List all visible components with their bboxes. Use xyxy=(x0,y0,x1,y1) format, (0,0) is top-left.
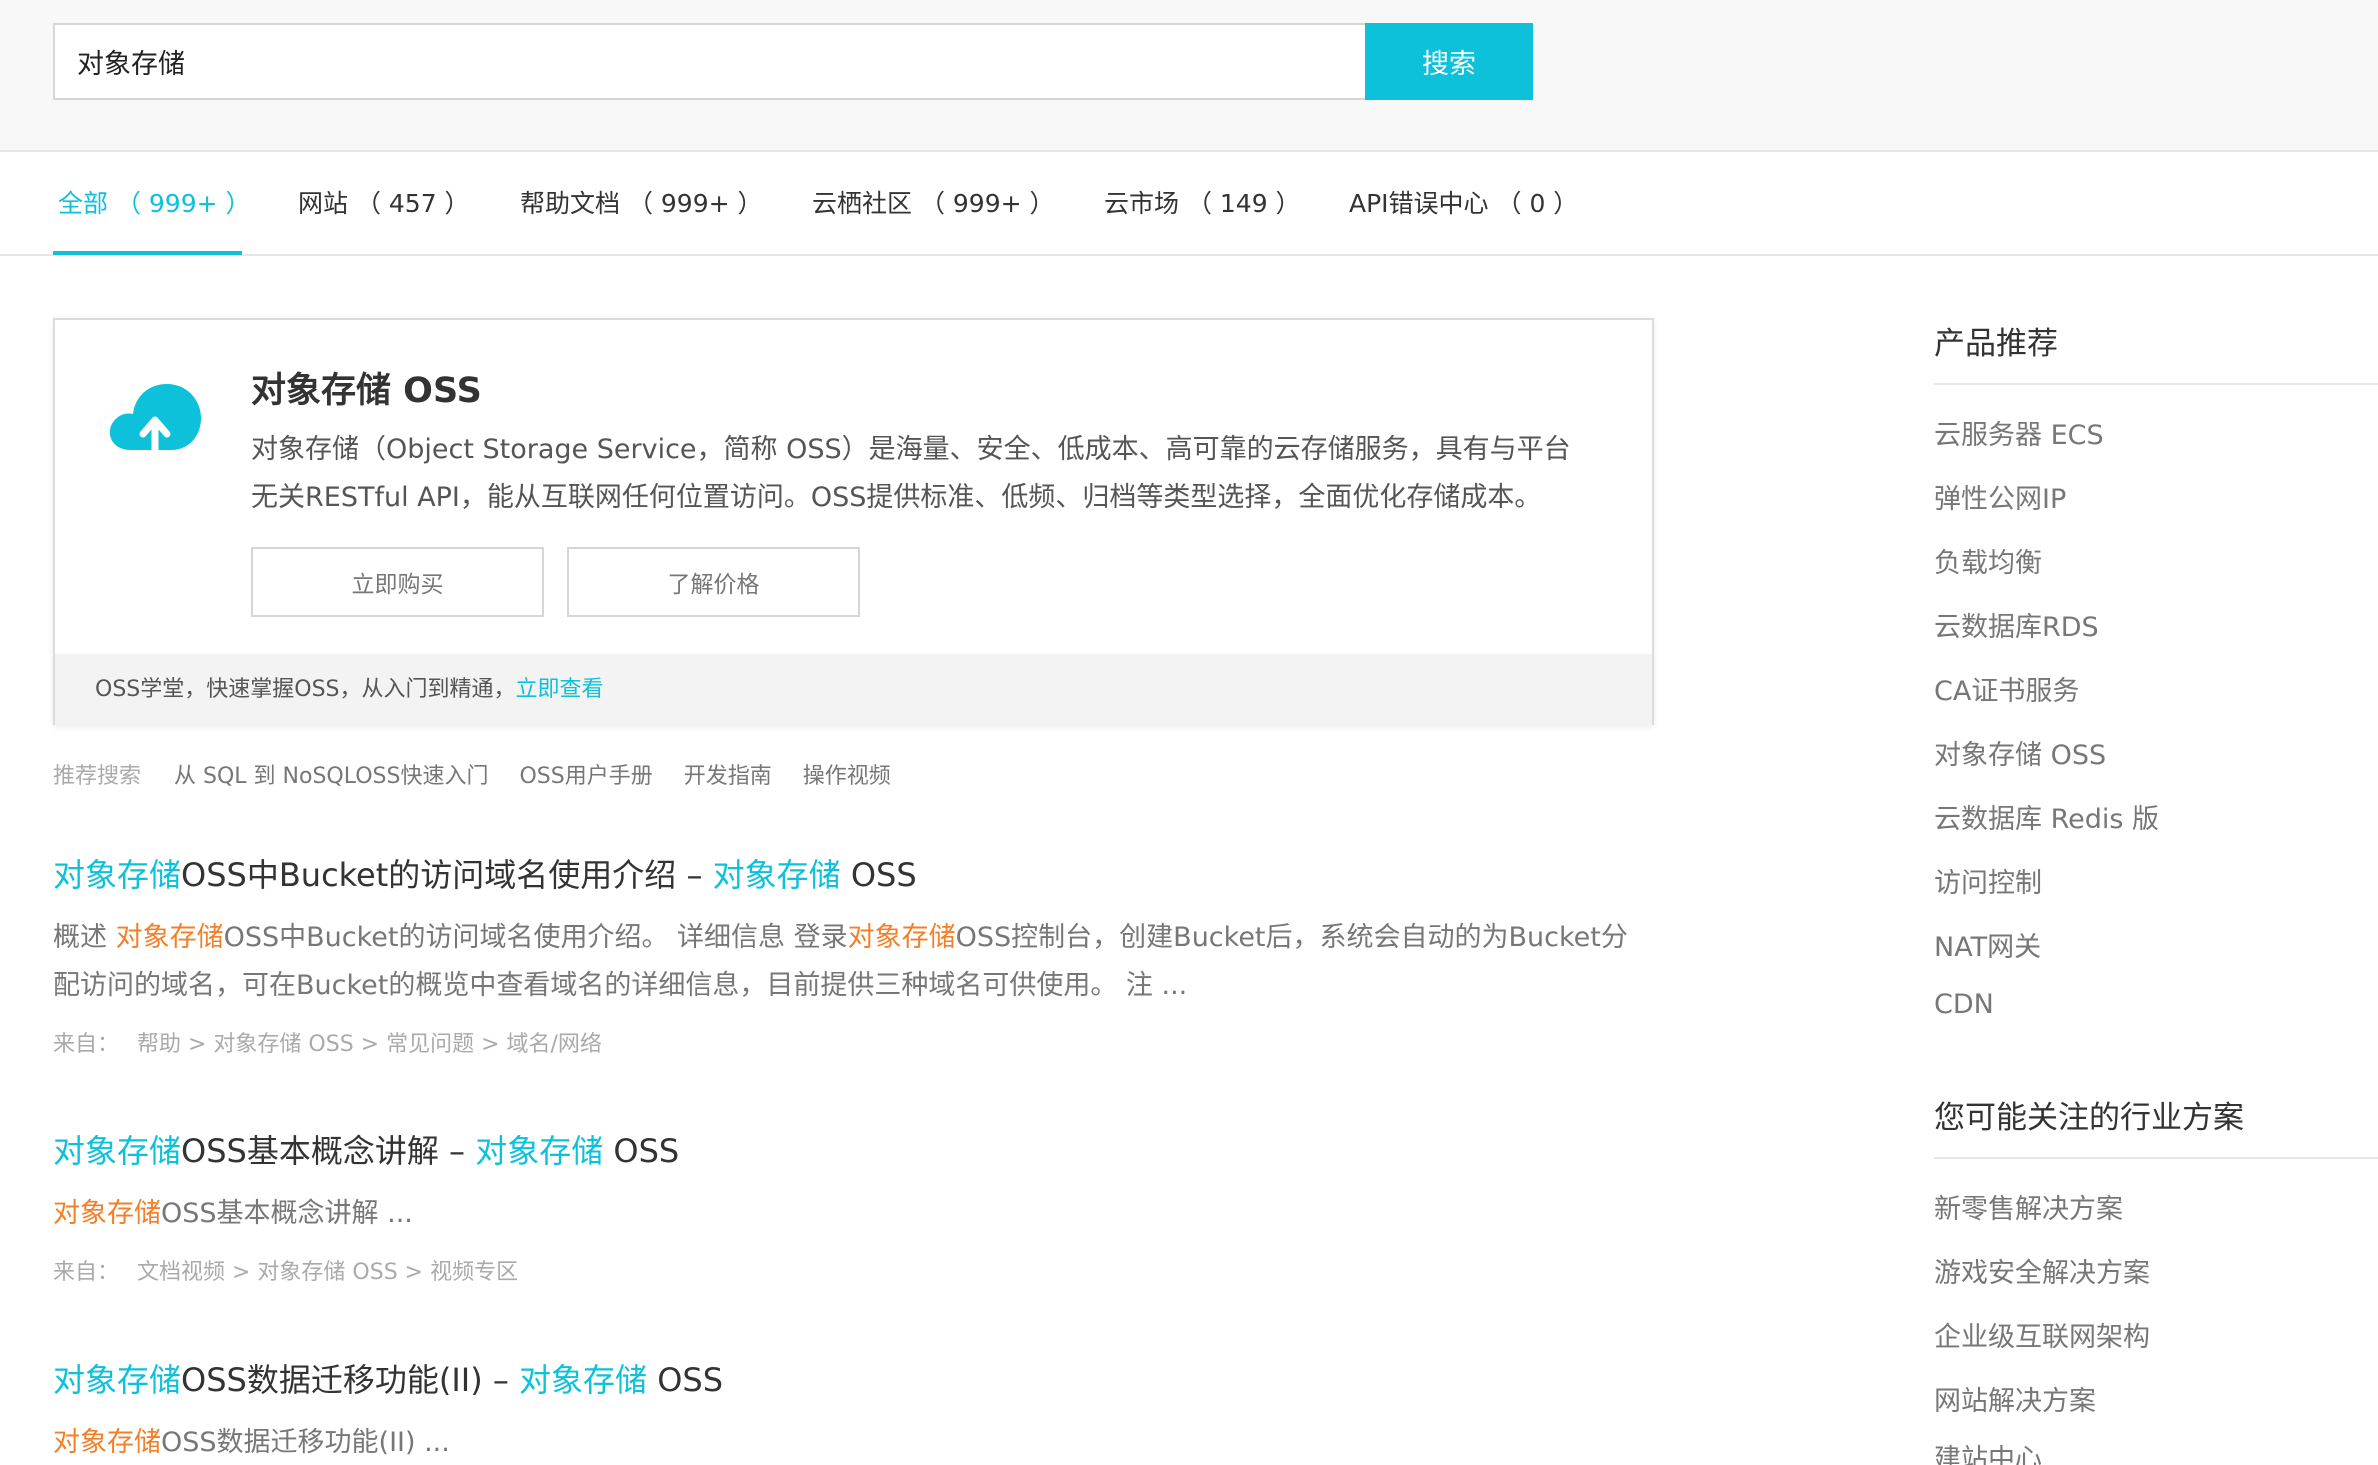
card-footer: OSS学堂，快速掌握OSS，从入门到精通，立即查看 xyxy=(55,654,1652,725)
sidebar-product-item[interactable]: 负载均衡 xyxy=(1934,541,2042,580)
product-description: 对象存储（Object Storage Service，简称 OSS）是海量、安… xyxy=(251,434,1571,513)
sidebar-product-item[interactable]: 云数据库RDS xyxy=(1934,605,2099,644)
recommended-item[interactable]: 开发指南 xyxy=(684,764,772,789)
search-result: 对象存储OSS数据迁移功能(II) – 对象存储 OSS 对象存储OSS数据迁移… xyxy=(53,1355,1653,1465)
sidebar-product-item[interactable]: NAT网关 xyxy=(1934,925,2041,964)
view-now-link[interactable]: 立即查看 xyxy=(516,677,604,702)
tab-website[interactable]: 网站 （ 457 ） xyxy=(298,152,470,256)
tab-community[interactable]: 云栖社区 （ 999+ ） xyxy=(812,152,1055,256)
sidebar-product-item[interactable]: CDN xyxy=(1934,989,1994,1020)
recommended-searches: 推荐搜索 从 SQL 到 NoSQLOSS快速入门 OSS用户手册 开发指南 操… xyxy=(53,758,915,790)
sidebar-product-item[interactable]: 弹性公网IP xyxy=(1934,477,2066,516)
result-title-link[interactable]: 对象存储OSS数据迁移功能(II) – 对象存储 OSS xyxy=(53,1355,1653,1401)
result-breadcrumb[interactable]: 文档视频 > 对象存储 OSS > 视频专区 xyxy=(137,1260,518,1285)
result-breadcrumb[interactable]: 帮助 > 对象存储 OSS > 常见问题 > 域名/网络 xyxy=(137,1032,602,1057)
search-result: 对象存储OSS基本概念讲解 – 对象存储 OSS 对象存储OSS基本概念讲解 .… xyxy=(53,1126,1653,1286)
result-title-link[interactable]: 对象存储OSS基本概念讲解 – 对象存储 OSS xyxy=(53,1126,1653,1172)
cloud-upload-icon xyxy=(103,372,213,462)
sidebar-solution-item[interactable]: 网站解决方案 xyxy=(1934,1379,2096,1418)
result-snippet: 对象存储OSS数据迁移功能(II) ... xyxy=(53,1427,450,1458)
result-tabs: 全部 （ 999+ ） 网站 （ 457 ） 帮助文档 （ 999+ ） 云栖社… xyxy=(0,152,2378,256)
divider xyxy=(1934,383,2378,385)
sidebar-solution-item[interactable]: 企业级互联网架构 xyxy=(1934,1315,2150,1354)
sidebar-product-item[interactable]: CA证书服务 xyxy=(1934,669,2079,708)
product-card: 对象存储 OSS 对象存储（Object Storage Service，简称 … xyxy=(53,318,1654,725)
sidebar-solution-item[interactable]: 游戏安全解决方案 xyxy=(1934,1251,2150,1290)
search-button[interactable]: 搜索 xyxy=(1365,23,1533,100)
products-heading: 产品推荐 xyxy=(1934,326,2058,362)
footer-text: OSS学堂，快速掌握OSS，从入门到精通， xyxy=(95,677,516,702)
tab-marketplace[interactable]: 云市场 （ 149 ） xyxy=(1104,152,1301,256)
sidebar-product-item[interactable]: 访问控制 xyxy=(1934,861,2042,900)
result-snippet: 概述 对象存储OSS中Bucket的访问域名使用介绍。 详细信息 登录对象存储O… xyxy=(53,922,1628,1001)
recommended-item[interactable]: 从 SQL 到 NoSQLOSS快速入门 xyxy=(174,764,488,789)
result-source: 来自： 文档视频 > 对象存储 OSS > 视频专区 xyxy=(53,1260,519,1285)
recommended-item[interactable]: OSS用户手册 xyxy=(519,764,652,789)
divider xyxy=(1934,1157,2378,1159)
sidebar-solution-item[interactable]: 建站中心 xyxy=(1934,1437,2042,1465)
result-source: 来自： 帮助 > 对象存储 OSS > 常见问题 > 域名/网络 xyxy=(53,1032,602,1057)
active-tab-indicator xyxy=(53,251,242,255)
result-snippet: 对象存储OSS基本概念讲解 ... xyxy=(53,1198,413,1229)
tab-api-errors[interactable]: API错误中心 （ 0 ） xyxy=(1349,152,1578,256)
result-title-link[interactable]: 对象存储OSS中Bucket的访问域名使用介绍 – 对象存储 OSS xyxy=(53,850,1653,896)
sidebar-product-item[interactable]: 云数据库 Redis 版 xyxy=(1934,797,2159,836)
view-pricing-button[interactable]: 了解价格 xyxy=(567,547,860,617)
recommended-label: 推荐搜索 xyxy=(53,764,142,789)
sidebar-product-item[interactable]: 对象存储 OSS xyxy=(1934,733,2106,772)
tab-help-docs[interactable]: 帮助文档 （ 999+ ） xyxy=(520,152,763,256)
recommended-item[interactable]: 操作视频 xyxy=(803,764,891,789)
search-input[interactable] xyxy=(53,23,1367,100)
buy-now-button[interactable]: 立即购买 xyxy=(251,547,544,617)
sidebar-solution-item[interactable]: 新零售解决方案 xyxy=(1934,1187,2123,1226)
tab-all[interactable]: 全部 （ 999+ ） xyxy=(58,152,251,256)
product-title[interactable]: 对象存储 OSS xyxy=(251,362,482,413)
solutions-heading: 您可能关注的行业方案 xyxy=(1934,1100,2244,1136)
search-header: 搜索 xyxy=(0,0,2378,152)
sidebar-product-item[interactable]: 云服务器 ECS xyxy=(1934,413,2104,452)
search-result: 对象存储OSS中Bucket的访问域名使用介绍 – 对象存储 OSS 概述 对象… xyxy=(53,850,1653,1058)
